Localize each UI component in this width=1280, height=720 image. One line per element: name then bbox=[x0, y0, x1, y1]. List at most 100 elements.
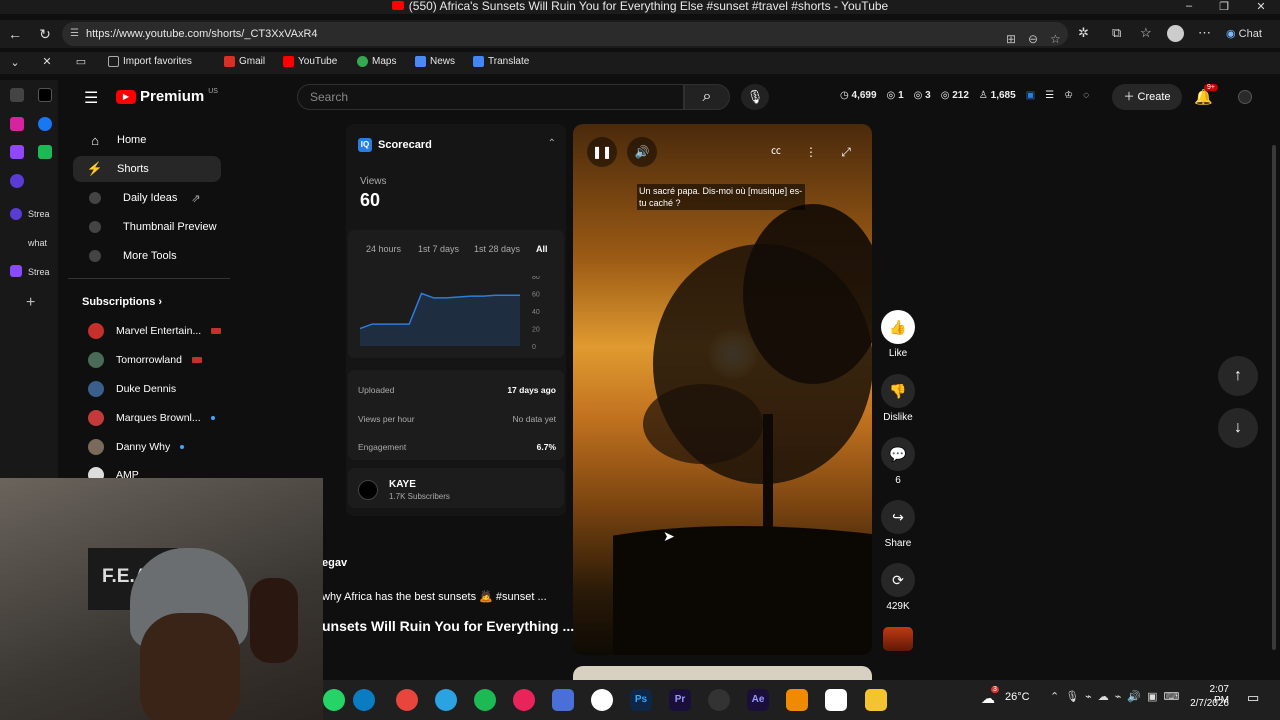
refresh-button[interactable]: ↻ bbox=[36, 26, 54, 43]
like-button[interactable]: 👍 Like bbox=[880, 310, 916, 359]
address-bar[interactable]: ☰ https://www.youtube.com/shorts/_CT3XxV… bbox=[62, 22, 1068, 46]
voice-search-button[interactable]: 🎙 bbox=[741, 84, 769, 110]
system-tray-icons[interactable]: ⌃🎙⌁☁⌁🔊▣⌨ bbox=[1050, 690, 1185, 703]
more-menu-icon[interactable]: ⋯ bbox=[1198, 25, 1211, 41]
add-app-icon[interactable]: + bbox=[26, 294, 35, 312]
search-input[interactable]: Search bbox=[297, 84, 684, 110]
previous-short-button[interactable]: ↑ bbox=[1218, 356, 1258, 396]
sidebar-item-daily-ideas[interactable]: Daily Ideas ⇗ bbox=[73, 185, 221, 211]
media-player-icon[interactable] bbox=[513, 689, 535, 711]
profile-avatar[interactable] bbox=[1167, 25, 1184, 42]
notifications-center-icon[interactable]: ▭ bbox=[1247, 690, 1259, 706]
collapse-icon[interactable]: ⌄ bbox=[6, 56, 24, 69]
close-window-button[interactable]: ✕ bbox=[1252, 0, 1270, 13]
notifications-button[interactable]: 🔔 9+ bbox=[1194, 84, 1218, 106]
twitch-icon[interactable] bbox=[10, 145, 24, 159]
bookmark-youtube[interactable]: YouTube bbox=[283, 56, 337, 67]
tools-icon[interactable]: ✕ bbox=[38, 55, 56, 68]
stream-app-icon[interactable] bbox=[10, 174, 24, 188]
tab-1st-7-days[interactable]: 1st 7 days bbox=[418, 244, 459, 254]
side-app-label[interactable]: Strea bbox=[28, 267, 50, 277]
back-button[interactable]: ← bbox=[6, 26, 24, 42]
subscription-item[interactable]: Duke Dennis bbox=[88, 379, 176, 399]
edge-icon[interactable] bbox=[353, 689, 375, 711]
zoom-icon[interactable]: ⊖ bbox=[1028, 27, 1038, 51]
chat-icon[interactable]: ◌ bbox=[1083, 90, 1089, 101]
collapse-chevron-icon[interactable]: ⌃ bbox=[548, 138, 556, 149]
file-explorer-icon[interactable] bbox=[865, 689, 887, 711]
stream-app-icon[interactable] bbox=[10, 208, 22, 220]
video-channel-name[interactable]: egav bbox=[322, 557, 347, 569]
subscription-item[interactable]: Marques Brownl... bbox=[88, 408, 215, 428]
sidebar-audio-icon[interactable] bbox=[10, 88, 24, 102]
photoshop-icon[interactable]: Ps bbox=[630, 689, 652, 711]
spotify-icon[interactable] bbox=[474, 689, 496, 711]
app-available-icon[interactable]: ⊞ bbox=[1006, 27, 1016, 51]
captions-button[interactable]: ㏄ bbox=[761, 137, 791, 167]
create-button[interactable]: ＋ Create bbox=[1112, 84, 1182, 110]
bookmark-import[interactable]: Import favorites bbox=[108, 56, 192, 67]
tab-actions-icon[interactable]: ▭ bbox=[72, 55, 90, 68]
subscription-item[interactable]: Danny Why bbox=[88, 437, 185, 457]
after-effects-icon[interactable]: Ae bbox=[747, 689, 769, 711]
next-video-preview[interactable] bbox=[573, 666, 872, 680]
sound-thumbnail[interactable] bbox=[883, 627, 913, 651]
bookmark-translate[interactable]: Translate bbox=[473, 56, 529, 67]
split-screen-icon[interactable]: ⧉ bbox=[1112, 25, 1121, 41]
vlc-icon[interactable] bbox=[786, 689, 808, 711]
video-title[interactable]: unsets Will Ruin You for Everything ... bbox=[322, 618, 574, 634]
trophy-icon[interactable]: ♔ bbox=[1064, 90, 1073, 101]
vidiq-icon[interactable]: ▣ bbox=[1026, 90, 1035, 101]
premiere-icon[interactable]: Pr bbox=[669, 689, 691, 711]
weather-temp[interactable]: 26°C bbox=[1005, 691, 1030, 703]
account-avatar[interactable] bbox=[1238, 90, 1252, 104]
favorites-icon[interactable]: ☆ bbox=[1140, 25, 1152, 41]
search-button[interactable]: ⌕ bbox=[684, 84, 730, 110]
clock-date[interactable]: 2/7/2026 bbox=[1183, 698, 1229, 709]
restore-button[interactable]: ❐ bbox=[1215, 0, 1233, 13]
comments-button[interactable]: 💬 6 bbox=[880, 437, 916, 486]
tab-1st-28-days[interactable]: 1st 28 days bbox=[474, 244, 520, 254]
facebook-icon[interactable] bbox=[38, 117, 52, 131]
chrome-icon[interactable] bbox=[396, 689, 418, 711]
subscription-item[interactable]: Tomorrowland bbox=[88, 350, 202, 370]
favorite-star-icon[interactable]: ☆ bbox=[1050, 27, 1061, 51]
obs-icon[interactable] bbox=[708, 689, 730, 711]
page-scrollbar[interactable] bbox=[1272, 145, 1276, 650]
telegram-icon[interactable] bbox=[435, 689, 457, 711]
volume-button[interactable]: 🔊 bbox=[627, 137, 657, 167]
more-options-button[interactable]: ⋮ bbox=[796, 137, 826, 167]
bookmark-gmail[interactable]: Gmail bbox=[224, 56, 265, 67]
minimize-button[interactable]: – bbox=[1180, 0, 1198, 12]
side-app-label[interactable]: Strea bbox=[28, 209, 50, 219]
video-description[interactable]: why Africa has the best sunsets 🙇 #sunse… bbox=[322, 590, 547, 603]
tiktok-icon[interactable] bbox=[38, 88, 52, 102]
capture-icon[interactable] bbox=[552, 689, 574, 711]
site-info-icon[interactable]: ☰ bbox=[70, 22, 79, 46]
copilot-chat-button[interactable]: ◉ Chat bbox=[1226, 27, 1262, 40]
tab-24-hours[interactable]: 24 hours bbox=[366, 244, 401, 254]
subscriptions-header[interactable]: Subscriptions › bbox=[82, 296, 162, 308]
extensions-icon[interactable]: ✲ bbox=[1078, 25, 1089, 41]
shorts-video-player[interactable]: ❚❚ 🔊 ㏄ ⋮ ⤢ Un sacré papa. Dis-moi où [mu… bbox=[573, 124, 872, 655]
sidebar-item-more-tools[interactable]: More Tools bbox=[73, 243, 221, 269]
fullscreen-button[interactable]: ⤢ bbox=[831, 137, 861, 167]
subscription-item[interactable]: Marvel Entertain... bbox=[88, 321, 222, 341]
next-short-button[interactable]: ↓ bbox=[1218, 408, 1258, 448]
whatsapp-icon[interactable] bbox=[323, 689, 345, 711]
remix-button[interactable]: ⟳ 429K bbox=[880, 563, 916, 612]
xbox-icon[interactable] bbox=[38, 145, 52, 159]
capcut-icon[interactable] bbox=[825, 689, 847, 711]
instagram-icon[interactable] bbox=[10, 117, 24, 131]
share-button[interactable]: ↪ Share bbox=[880, 500, 916, 549]
sidebar-item-shorts[interactable]: ⚡ Shorts bbox=[73, 156, 221, 182]
side-app-label[interactable]: what bbox=[28, 238, 47, 248]
pause-button[interactable]: ❚❚ bbox=[587, 137, 617, 167]
dislike-button[interactable]: 👎 Dislike bbox=[880, 374, 916, 423]
tab-all[interactable]: All bbox=[536, 244, 548, 254]
sidebar-item-home[interactable]: ⌂ Home bbox=[73, 127, 221, 153]
bookmark-news[interactable]: News bbox=[415, 56, 455, 67]
list-icon[interactable]: ☰ bbox=[1045, 90, 1054, 101]
channel-box[interactable] bbox=[348, 468, 564, 508]
sidebar-item-thumbnail-preview[interactable]: Thumbnail Preview bbox=[73, 214, 221, 240]
